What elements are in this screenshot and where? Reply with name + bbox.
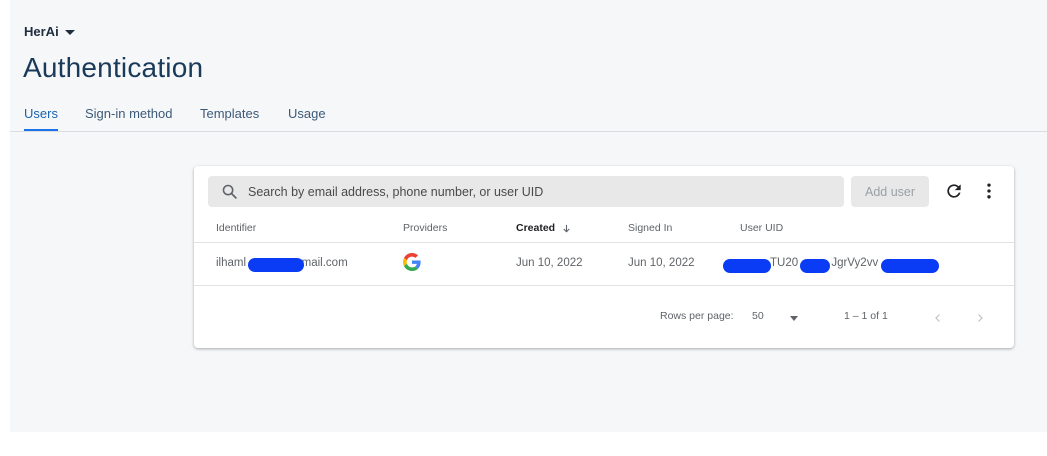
more-vert-icon[interactable] [977, 179, 1001, 203]
chevron-left-icon[interactable] [926, 306, 950, 330]
table-row[interactable]: ilhaml gmail.com Jun 10, 2022 Jun 10, 20… [194, 243, 1014, 286]
chevron-right-icon[interactable] [968, 306, 992, 330]
tab-bar: Users Sign-in method Templates Usage [10, 98, 1047, 132]
refresh-icon[interactable] [942, 179, 966, 203]
caret-down-icon[interactable] [790, 316, 798, 321]
console-page: HerAi Authentication Users Sign-in metho… [10, 0, 1047, 432]
redaction-mark [723, 259, 771, 273]
rows-per-page-label: Rows per page: [660, 310, 734, 322]
uid-part-1: TU20 [770, 257, 799, 269]
table-header: Identifier Providers Created Signed In U… [194, 216, 1014, 243]
identifier-prefix: ilhaml [216, 257, 247, 269]
uid-part-2: JgrVy2vv [831, 257, 879, 269]
redaction-mark [800, 259, 830, 273]
redaction-mark [881, 259, 939, 273]
search-icon [222, 184, 237, 199]
created-cell: Jun 10, 2022 [516, 257, 583, 269]
tab-usage[interactable]: Usage [288, 106, 326, 130]
google-icon [403, 253, 421, 276]
column-user-uid: User UID [740, 222, 784, 234]
column-providers: Providers [403, 222, 448, 234]
search-input[interactable] [246, 183, 810, 200]
redaction-mark [248, 258, 304, 272]
search-bar[interactable] [208, 176, 844, 207]
users-card: Add user Identifier Providers Created S [194, 166, 1014, 348]
rows-per-page-select[interactable]: 50 [752, 310, 764, 322]
column-signed-in[interactable]: Signed In [628, 222, 672, 234]
table-footer: Rows per page: 50 1 – 1 of 1 [194, 286, 1014, 346]
arrow-down-icon [563, 224, 570, 232]
tab-sign-in-method[interactable]: Sign-in method [85, 106, 172, 130]
column-created-label: Created [516, 222, 556, 234]
caret-down-icon [64, 29, 75, 35]
page-title: Authentication [23, 52, 204, 83]
column-created[interactable]: Created [516, 222, 572, 234]
column-identifier[interactable]: Identifier [216, 222, 256, 234]
tab-users[interactable]: Users [24, 106, 58, 131]
project-selector[interactable]: HerAi [24, 24, 75, 39]
tab-templates[interactable]: Templates [200, 106, 259, 130]
project-name: HerAi [24, 24, 59, 39]
add-user-button[interactable]: Add user [851, 176, 929, 207]
signed-in-cell: Jun 10, 2022 [628, 257, 695, 269]
page-range: 1 – 1 of 1 [844, 310, 888, 322]
